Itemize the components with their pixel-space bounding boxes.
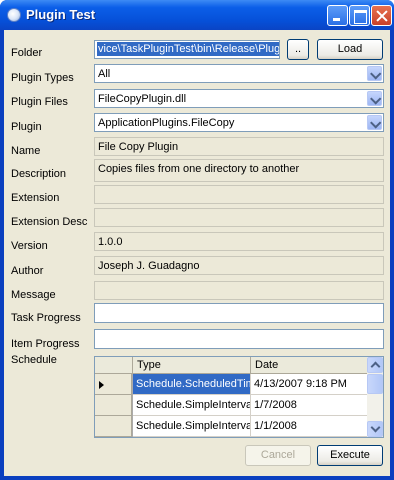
author-label: Author bbox=[11, 265, 44, 277]
grid-header: Type Date bbox=[95, 357, 369, 374]
app-window: Plugin Test Folder vice\TaskPluginTest\b… bbox=[0, 0, 394, 480]
item-progress-label: Item Progress bbox=[11, 338, 80, 350]
column-header-type[interactable]: Type bbox=[133, 357, 251, 374]
cell-type[interactable]: Schedule.SimpleInterval bbox=[133, 395, 251, 416]
load-button[interactable]: Load bbox=[317, 39, 383, 60]
description-label: Description bbox=[11, 168, 67, 180]
extension-desc-label: Extension Desc bbox=[11, 216, 88, 228]
grid-vertical-scrollbar[interactable] bbox=[367, 357, 383, 437]
plugin-types-label: Plugin Types bbox=[11, 72, 74, 84]
cancel-button[interactable]: Cancel bbox=[245, 445, 311, 466]
cell-date[interactable]: 1/1/2008 bbox=[251, 416, 369, 437]
plugin-files-select[interactable]: FileCopyPlugin.dll bbox=[94, 89, 384, 108]
plugin-select[interactable]: ApplicationPlugins.FileCopy bbox=[94, 113, 384, 132]
grid-corner bbox=[95, 357, 133, 374]
folder-input[interactable]: vice\TaskPluginTest\bin\Release\Plugins bbox=[94, 40, 280, 59]
app-icon bbox=[7, 8, 21, 22]
maximize-button[interactable] bbox=[349, 5, 370, 26]
current-row-icon bbox=[99, 381, 104, 389]
form-body: Folder vice\TaskPluginTest\bin\Release\P… bbox=[4, 30, 390, 476]
plugin-types-value: All bbox=[98, 68, 111, 80]
cell-date[interactable]: 1/7/2008 bbox=[251, 395, 369, 416]
author-field: Joseph J. Guadagno bbox=[94, 256, 384, 275]
folder-input-text: vice\TaskPluginTest\bin\Release\Plugins bbox=[97, 42, 279, 56]
version-label: Version bbox=[11, 240, 48, 252]
plugin-label: Plugin bbox=[11, 121, 42, 133]
item-progress-bar bbox=[94, 329, 384, 349]
message-field bbox=[94, 281, 384, 300]
plugin-files-value: FileCopyPlugin.dll bbox=[98, 93, 187, 105]
task-progress-label: Task Progress bbox=[11, 312, 81, 324]
task-progress-bar bbox=[94, 303, 384, 323]
cell-date[interactable]: 4/13/2007 9:18 PM bbox=[251, 374, 369, 395]
extension-desc-field bbox=[94, 208, 384, 227]
cell-type[interactable]: Schedule.SimpleInterval bbox=[133, 416, 251, 437]
scroll-thumb[interactable] bbox=[367, 374, 383, 394]
extension-label: Extension bbox=[11, 192, 60, 204]
folder-label: Folder bbox=[11, 47, 43, 59]
execute-button[interactable]: Execute bbox=[317, 445, 383, 466]
schedule-label: Schedule bbox=[11, 354, 57, 366]
table-row[interactable]: Schedule.ScheduledTime 4/13/2007 9:18 PM bbox=[95, 374, 369, 395]
close-button[interactable] bbox=[371, 5, 392, 26]
message-label: Message bbox=[11, 289, 56, 301]
cell-type[interactable]: Schedule.ScheduledTime bbox=[133, 374, 251, 395]
chevron-down-icon[interactable] bbox=[367, 115, 382, 130]
extension-field bbox=[94, 185, 384, 204]
description-field: Copies files from one directory to anoth… bbox=[94, 159, 384, 182]
chevron-down-icon[interactable] bbox=[367, 91, 382, 106]
minimize-button[interactable] bbox=[327, 5, 348, 26]
plugin-value: ApplicationPlugins.FileCopy bbox=[98, 117, 235, 129]
plugin-types-select[interactable]: All bbox=[94, 64, 384, 83]
browse-button[interactable]: .. bbox=[287, 39, 309, 60]
name-label: Name bbox=[11, 145, 41, 157]
version-field: 1.0.0 bbox=[94, 232, 384, 251]
chevron-down-icon[interactable] bbox=[367, 66, 382, 81]
row-selector[interactable] bbox=[95, 416, 132, 437]
scroll-up-icon[interactable] bbox=[367, 357, 383, 373]
table-row[interactable]: Schedule.SimpleInterval 1/7/2008 bbox=[95, 395, 369, 416]
row-selector[interactable] bbox=[95, 374, 132, 395]
row-selector[interactable] bbox=[95, 395, 132, 416]
table-row[interactable]: Schedule.SimpleInterval 1/1/2008 bbox=[95, 416, 369, 437]
window-title: Plugin Test bbox=[26, 7, 96, 22]
name-field: File Copy Plugin bbox=[94, 137, 384, 156]
scroll-down-icon[interactable] bbox=[367, 421, 383, 437]
schedule-grid[interactable]: Type Date Schedule.ScheduledTime 4/13/20… bbox=[94, 356, 384, 438]
column-header-date[interactable]: Date bbox=[251, 357, 369, 374]
title-bar[interactable]: Plugin Test bbox=[0, 0, 394, 30]
plugin-files-label: Plugin Files bbox=[11, 96, 68, 108]
